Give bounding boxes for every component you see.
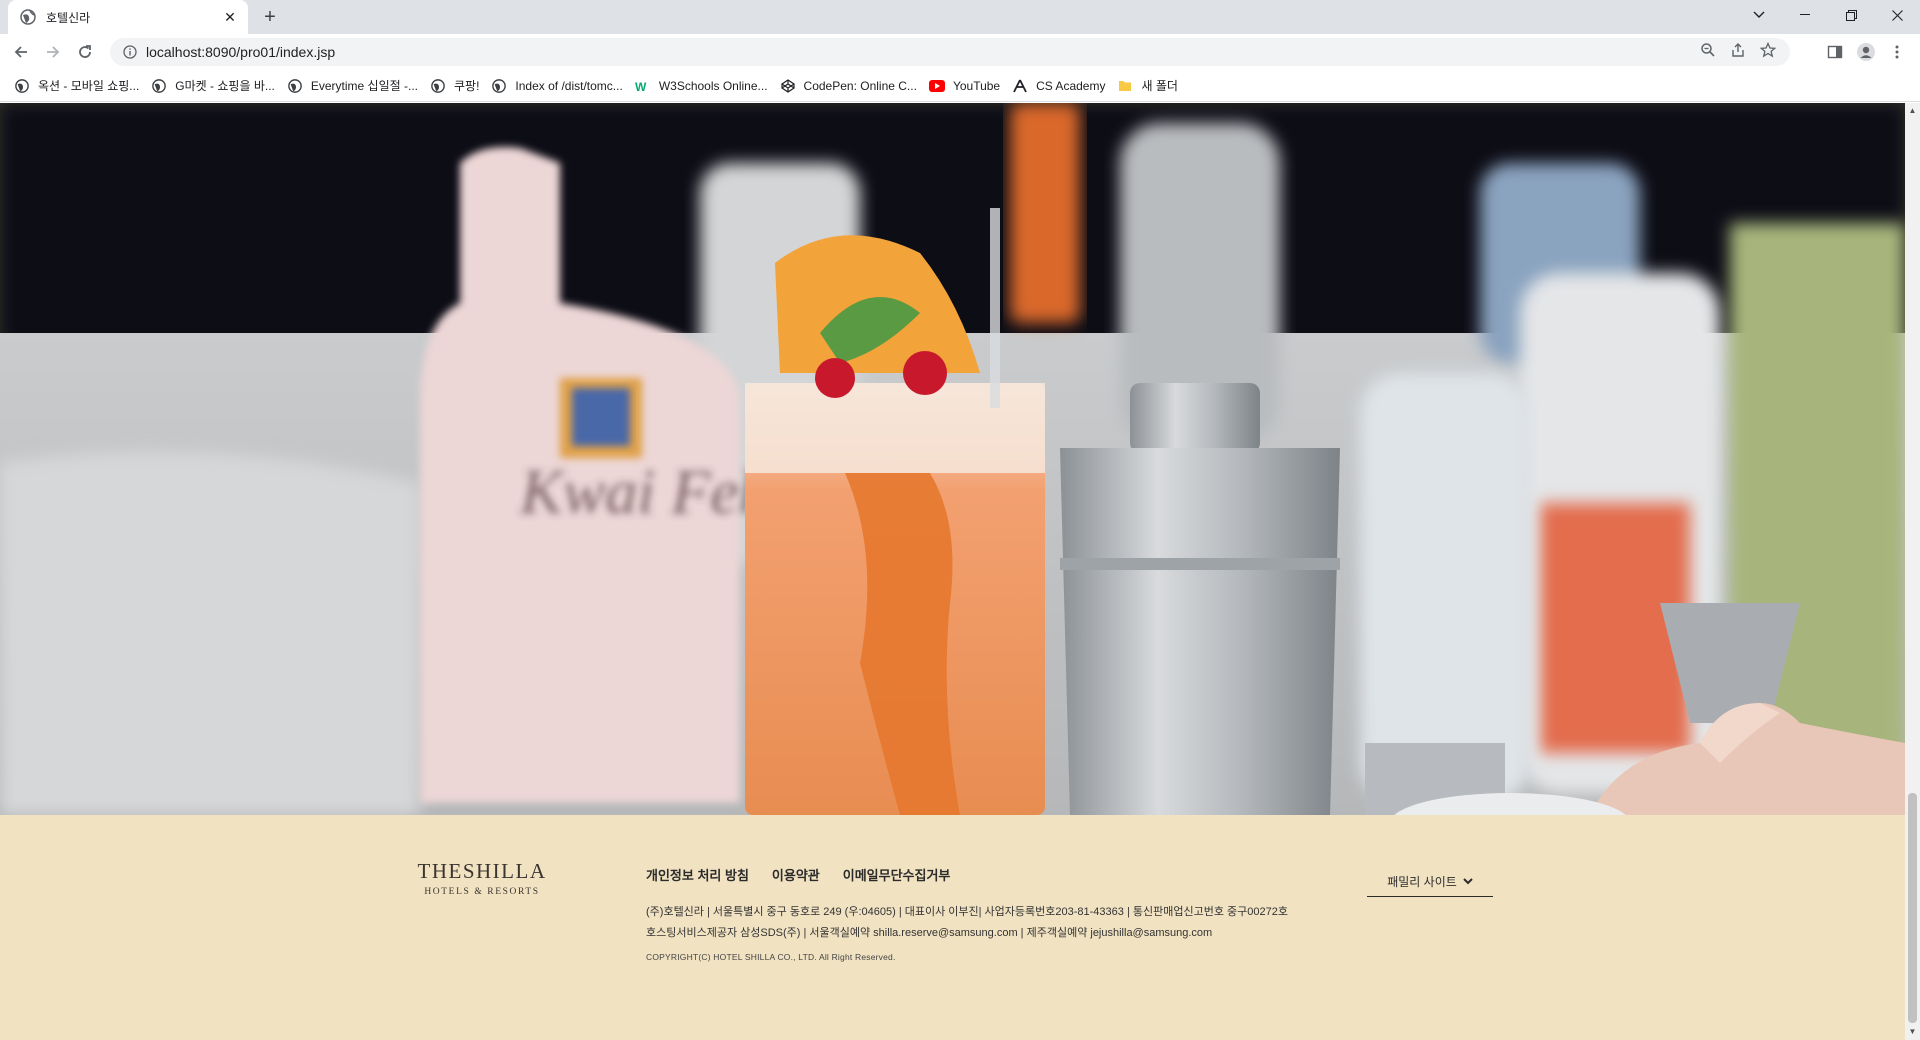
- family-site-dropdown[interactable]: 패밀리 사이트: [1367, 867, 1493, 897]
- minimize-icon[interactable]: [1782, 0, 1828, 30]
- hero-photo-illustration: Kwai Feh: [0, 103, 1905, 815]
- globe-icon: [14, 78, 30, 94]
- close-window-icon[interactable]: [1874, 0, 1920, 30]
- scrollbar-thumb[interactable]: [1908, 793, 1917, 1023]
- w3schools-icon: W: [635, 78, 651, 94]
- chevron-down-icon: [1463, 878, 1473, 885]
- share-icon[interactable]: [1730, 42, 1746, 63]
- side-panel-icon[interactable]: [1822, 39, 1848, 65]
- svg-text:Kwai Feh: Kwai Feh: [519, 456, 771, 527]
- profile-avatar-icon[interactable]: [1853, 39, 1879, 65]
- globe-icon: [430, 78, 446, 94]
- logo-wordmark: THESHILLA: [417, 859, 547, 883]
- youtube-icon: [928, 78, 945, 94]
- logo-subtitle: HOTELS & RESORTS: [424, 887, 540, 897]
- browser-tab[interactable]: 호텔신라 ✕: [8, 0, 248, 34]
- vertical-scrollbar[interactable]: ▲ ▼: [1905, 103, 1920, 1040]
- site-info-icon[interactable]: [116, 38, 144, 66]
- footer-links: 개인정보 처리 방침 이용약관 이메일무단수집거부: [646, 865, 950, 884]
- bookmark-item[interactable]: Everytime 십일절 -...: [283, 73, 426, 99]
- codepen-icon: [780, 78, 796, 94]
- page-viewport: Kwai Feh THESHILLA HOTELS & RESORTS 개인정보…: [0, 103, 1905, 1040]
- terms-link[interactable]: 이용약관: [772, 865, 820, 884]
- bookmarks-bar: 옥션 - 모바일 쇼핑... G마켓 - 쇼핑을 바... Everytime …: [0, 70, 1920, 102]
- close-tab-icon[interactable]: ✕: [222, 9, 238, 25]
- email-refusal-link[interactable]: 이메일무단수집거부: [843, 865, 951, 884]
- bookmark-item[interactable]: G마켓 - 쇼핑을 바...: [147, 73, 283, 99]
- privacy-policy-link[interactable]: 개인정보 처리 방침: [646, 865, 749, 884]
- cs-academy-icon: [1012, 78, 1028, 94]
- browser-toolbar: localhost:8090/pro01/index.jsp: [0, 34, 1920, 70]
- bookmark-item[interactable]: CodePen: Online C...: [776, 73, 925, 99]
- globe-icon: [20, 9, 36, 25]
- company-info-line: (주)호텔신라 | 서울특별시 중구 동호로 249 (우:04605) | 대…: [646, 906, 1288, 918]
- site-footer: THESHILLA HOTELS & RESORTS 개인정보 처리 방침 이용…: [0, 815, 1905, 1040]
- tab-title: 호텔신라: [46, 10, 91, 25]
- bookmark-item[interactable]: 옥션 - 모바일 쇼핑...: [10, 73, 147, 99]
- hero-cocktail-image: Kwai Feh: [0, 103, 1905, 815]
- more-menu-icon[interactable]: [1884, 39, 1910, 65]
- bookmark-item[interactable]: 쿠팡!: [426, 73, 487, 99]
- scroll-down-arrow-icon[interactable]: ▼: [1908, 1027, 1917, 1037]
- zoom-icon[interactable]: [1700, 42, 1716, 63]
- restore-icon[interactable]: [1828, 0, 1874, 30]
- bookmark-item[interactable]: Index of /dist/tomc...: [487, 73, 630, 99]
- bookmark-item[interactable]: YouTube: [925, 73, 1008, 99]
- new-tab-button[interactable]: +: [258, 5, 282, 29]
- bookmark-star-icon[interactable]: [1759, 41, 1777, 63]
- bookmark-item[interactable]: W W3Schools Online...: [631, 73, 776, 99]
- company-info: (주)호텔신라 | 서울특별시 중구 동호로 249 (우:04605) | 대…: [646, 902, 1288, 944]
- family-site-label: 패밀리 사이트: [1387, 875, 1457, 889]
- reload-icon[interactable]: [72, 39, 98, 65]
- tab-search-icon[interactable]: [1736, 0, 1782, 30]
- globe-icon: [151, 78, 167, 94]
- url-text[interactable]: localhost:8090/pro01/index.jsp: [146, 44, 1700, 60]
- company-info-line: 호스팅서비스제공자 삼성SDS(주) | 서울객실예약 shilla.reser…: [646, 927, 1213, 939]
- back-arrow-icon[interactable]: [8, 39, 34, 65]
- bookmark-item[interactable]: CS Academy: [1008, 73, 1113, 99]
- folder-icon: [1117, 78, 1133, 94]
- forward-arrow-icon[interactable]: [40, 39, 66, 65]
- copyright-text: COPYRIGHT(C) HOTEL SHILLA CO., LTD. All …: [646, 952, 896, 962]
- globe-icon: [287, 78, 303, 94]
- address-bar[interactable]: localhost:8090/pro01/index.jsp: [110, 38, 1790, 66]
- bookmark-folder[interactable]: 새 폴더: [1113, 73, 1185, 99]
- tab-strip: 호텔신라 ✕ +: [0, 0, 1920, 34]
- svg-text:W: W: [635, 80, 647, 93]
- globe-icon: [491, 78, 507, 94]
- shilla-logo[interactable]: THESHILLA HOTELS & RESORTS: [412, 859, 552, 897]
- scroll-up-arrow-icon[interactable]: ▲: [1908, 106, 1917, 116]
